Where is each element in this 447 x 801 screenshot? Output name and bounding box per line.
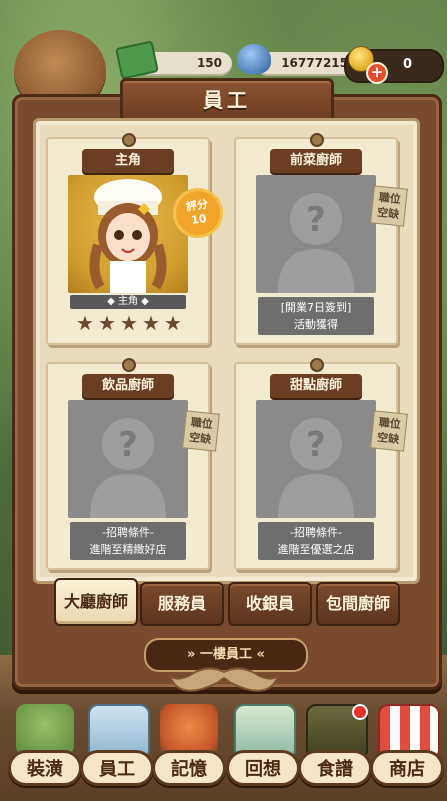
gold-value: 0 bbox=[402, 57, 412, 72]
star-icon: ★ bbox=[164, 311, 182, 335]
nav-label: 裝潢 bbox=[8, 750, 82, 786]
star-icon: ★ bbox=[98, 311, 116, 335]
notification-badge bbox=[352, 704, 368, 720]
recruit-caption: -招聘條件- 進階至精緻好店 bbox=[70, 522, 186, 560]
nav-label: 商店 bbox=[370, 750, 444, 786]
svg-text:?: ? bbox=[118, 425, 138, 465]
gem-icon bbox=[237, 44, 271, 74]
caption-line-2: 活動獲得 bbox=[294, 318, 338, 331]
caption-line-2: 進階至精緻好店 bbox=[89, 543, 167, 556]
staff-card-dessert-chef[interactable]: 甜點廚師 ? 職位 空缺 -招聘條件- 進階至優選之店 bbox=[234, 358, 408, 570]
card-title: 飲品廚師 bbox=[82, 374, 174, 398]
pin-icon bbox=[122, 358, 136, 372]
plus-icon: + bbox=[366, 62, 388, 84]
star-icon: ★ bbox=[142, 311, 160, 335]
caption-line-2: 進階至優選之店 bbox=[277, 543, 355, 556]
nav-recipes[interactable]: 食譜 bbox=[296, 704, 374, 794]
empty-portrait: ? bbox=[256, 400, 376, 518]
vacancy-tag: 職位 空缺 bbox=[370, 410, 408, 452]
renovation-icon bbox=[16, 704, 74, 756]
add-gold-button[interactable]: + bbox=[344, 44, 388, 84]
unknown-person-icon: ? bbox=[278, 193, 354, 293]
vacancy-text: 職位 空缺 bbox=[376, 190, 402, 222]
memory-fish-icon bbox=[160, 704, 218, 756]
star-rating: ★ ★ ★ ★ ★ bbox=[74, 313, 184, 333]
nav-recall[interactable]: 回想 bbox=[224, 704, 302, 794]
gems-counter: 16777215 bbox=[256, 52, 358, 76]
nav-renovation[interactable]: 裝潢 bbox=[6, 704, 84, 794]
vacancy-tag: 職位 空缺 bbox=[182, 410, 220, 452]
tab-cashier[interactable]: 收銀員 bbox=[228, 582, 312, 626]
empty-portrait: ? bbox=[68, 400, 188, 518]
card-title: 甜點廚師 bbox=[270, 374, 362, 398]
star-icon: ★ bbox=[120, 311, 138, 335]
svg-text:?: ? bbox=[306, 425, 326, 465]
vacancy-text: 職位 空缺 bbox=[376, 415, 402, 447]
vacancy-tag: 職位 空缺 bbox=[370, 185, 408, 227]
pin-icon bbox=[310, 358, 324, 372]
card-title: 主角 bbox=[82, 149, 174, 173]
chef-girl-icon bbox=[89, 179, 167, 293]
unknown-person-icon: ? bbox=[90, 418, 166, 518]
card-title: 前菜廚師 bbox=[270, 149, 362, 173]
staff-card-beverage-chef[interactable]: 飲品廚師 ? 職位 空缺 -招聘條件- 進階至精緻好店 bbox=[46, 358, 220, 570]
recruit-caption: -招聘條件- 進階至優選之店 bbox=[258, 522, 374, 560]
staff-card-appetizer-chef[interactable]: 前菜廚師 ? 職位 空缺 [開業7日簽到] 活動獲得 bbox=[234, 133, 408, 345]
chevron-left-icon: « bbox=[256, 647, 265, 662]
tab-private-room-chef[interactable]: 包間廚師 bbox=[316, 582, 400, 626]
protagonist-portrait bbox=[68, 175, 188, 293]
pin-icon bbox=[122, 133, 136, 147]
nav-staff[interactable]: 員工 bbox=[78, 704, 156, 794]
protagonist-name: ◆ 主角 ◆ bbox=[70, 295, 186, 309]
tab-hall-chef[interactable]: 大廳廚師 bbox=[54, 578, 138, 626]
nav-label: 記憶 bbox=[152, 750, 226, 786]
staff-card-protagonist[interactable]: 主角 評分 10 ◆ 主角 ◆ ★ ★ ★ ★ ★ bbox=[46, 133, 223, 345]
chevron-right-icon: » bbox=[187, 647, 196, 662]
protagonist-name-text: 主角 bbox=[118, 296, 138, 307]
mustache-icon bbox=[168, 667, 280, 692]
gems-value: 16777215 bbox=[281, 56, 348, 70]
floor-label: 一樓員工 bbox=[199, 647, 252, 662]
unknown-person-icon: ? bbox=[278, 418, 354, 518]
panel-title: 員工 bbox=[203, 88, 251, 112]
empty-portrait: ? bbox=[256, 175, 376, 293]
svg-text:?: ? bbox=[306, 200, 326, 240]
nav-label: 食譜 bbox=[298, 750, 372, 786]
tab-waiter[interactable]: 服務員 bbox=[140, 582, 224, 626]
caption-line-1: -招聘條件- bbox=[290, 526, 342, 539]
nav-shop[interactable]: 商店 bbox=[368, 704, 446, 794]
cash-value: 150 bbox=[196, 56, 222, 70]
unlock-caption: [開業7日簽到] 活動獲得 bbox=[258, 297, 374, 335]
star-icon: ★ bbox=[76, 311, 94, 335]
nav-label: 員工 bbox=[80, 750, 154, 786]
pin-icon bbox=[310, 133, 324, 147]
nav-memory[interactable]: 記憶 bbox=[150, 704, 228, 794]
caption-line-1: [開業7日簽到] bbox=[280, 301, 352, 314]
caption-line-1: -招聘條件- bbox=[102, 526, 154, 539]
vacancy-text: 職位 空缺 bbox=[188, 415, 214, 447]
nav-label: 回想 bbox=[226, 750, 300, 786]
